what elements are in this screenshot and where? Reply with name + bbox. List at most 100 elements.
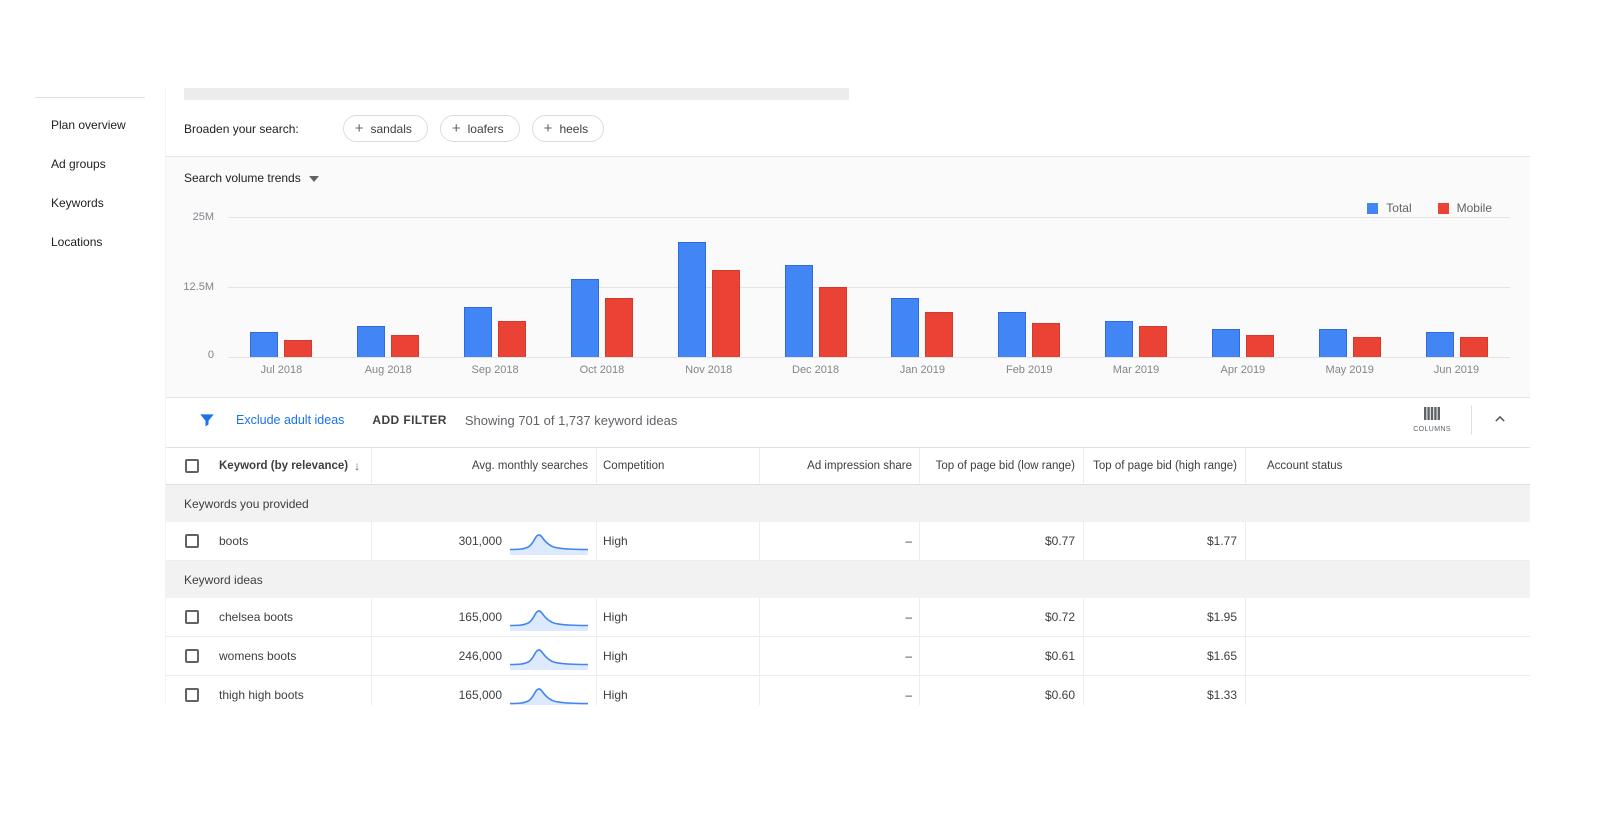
y-axis-label: 0 [207,349,214,361]
column-header-label: Account status [1267,460,1343,472]
bar-mobile-mar-2019 [1139,326,1168,357]
ad-impression-share-cell: – [759,676,919,705]
broaden-chip-sandals[interactable]: + sandals [342,115,428,142]
plus-icon: + [451,120,461,137]
add-filter-button[interactable]: ADD FILTER [372,413,446,427]
ad-impression-share-cell: – [759,598,919,636]
bar-total-oct-2018 [570,279,599,357]
column-header-label: Top of page bid (low range) [935,460,1075,472]
competition-cell-value: High [603,688,628,702]
broaden-chip-loafers[interactable]: + loafers [439,115,520,142]
top-of-page-bid-low-cell-value: $0.72 [1044,610,1075,624]
column-header-bidhigh[interactable]: Top of page bid (high range) [1083,448,1245,484]
search-volume-trends-dropdown[interactable]: Search volume trends [184,171,319,185]
x-axis-label: Feb 2019 [1005,364,1053,376]
column-header-comp[interactable]: Competition [596,448,759,484]
top-of-page-bid-high-cell: $1.65 [1083,637,1245,675]
table-row: boots 301,000 High – $0.77 $1.77 [166,522,1530,561]
column-header-adshare[interactable]: Ad impression share [759,448,919,484]
row-checkbox[interactable] [185,534,199,548]
sidebar-item-keywords[interactable]: Keywords [35,184,147,223]
bar-pair [335,217,442,357]
sparkline-chart [510,527,588,555]
competition-cell: High [596,676,759,705]
broaden-search-row: Broaden your search: + sandals + loafers + he… [166,100,1530,156]
column-header-avg[interactable]: Avg. monthly searches [371,448,596,484]
select-all-checkbox[interactable] [185,459,199,473]
keyword-cell-value: thigh high boots [219,688,304,702]
ad-impression-share-cell-value: – [905,610,912,624]
sidebar-item-locations[interactable]: Locations [35,223,147,262]
collapse-panel-button[interactable] [1486,405,1514,436]
top-of-page-bid-high-cell-value: $1.33 [1206,688,1237,702]
bar-group: Jun 2019 [1403,217,1510,379]
row-select-cell [166,522,206,560]
top-of-page-bid-high-cell: $1.33 [1083,676,1245,705]
bar-total-apr-2019 [1211,329,1240,357]
chip-label: sandals [370,121,412,136]
top-of-page-bid-low-cell-value: $0.60 [1044,688,1075,702]
bar-group: Jul 2018 [228,217,335,379]
sidebar-item-ad-groups[interactable]: Ad groups [35,145,147,184]
bar-total-jun-2019 [1425,332,1454,357]
avg-monthly-searches-value: 165,000 [458,610,502,624]
bar-group: Sep 2018 [442,217,549,379]
sidebar-item-plan-overview[interactable]: Plan overview [35,106,147,145]
x-axis-label: Jan 2019 [899,364,946,376]
bar-total-jan-2019 [891,298,920,357]
account-status-cell [1245,676,1530,705]
legend-label: Total [1386,201,1412,215]
bar-group: Dec 2018 [762,217,869,379]
chart-plot: Jul 2018 Aug 2018 Sep 2018 Oct 2018 Nov 2018… [228,217,1510,379]
table-header-row: Keyword (by relevance) ↓ Avg. monthly sear… [166,447,1530,485]
top-of-page-bid-low-cell: $0.72 [919,598,1083,636]
chart-y-axis: 25M 12.5M 0 [166,211,228,361]
account-status-cell [1245,637,1530,675]
bar-total-mar-2019 [1105,321,1134,357]
legend-swatch-total [1367,202,1379,214]
avg-monthly-searches-value: 246,000 [458,649,502,663]
chevron-down-icon [308,171,319,185]
column-header-status[interactable]: Account status [1245,448,1530,484]
avg-monthly-searches-cell: 301,000 [371,522,596,560]
bar-group: Feb 2019 [976,217,1083,379]
bar-group: Aug 2018 [335,217,442,379]
bar-pair [228,217,335,357]
broaden-chip-heels[interactable]: + heels [531,115,605,142]
bar-mobile-apr-2019 [1245,335,1274,357]
ad-impression-share-cell-value: – [905,649,912,663]
row-checkbox[interactable] [185,610,199,624]
exclude-adult-ideas-link[interactable]: Exclude adult ideas [236,413,344,427]
row-checkbox[interactable] [185,688,199,702]
bar-pair [1403,217,1510,357]
chart-legend: Total Mobile [1367,201,1492,215]
chart-area: 25M 12.5M 0 Jul 2018 Aug 2018 Sep 2018 Oct 20… [166,211,1530,379]
columns-button[interactable]: COLUMNS [1409,405,1455,435]
columns-icon [1424,407,1441,423]
x-axis-label: May 2019 [1325,364,1374,376]
row-checkbox[interactable] [185,649,199,663]
bar-total-feb-2019 [998,312,1027,357]
table-controls: COLUMNS [1409,405,1514,436]
competition-cell: High [596,598,759,636]
bar-mobile-may-2019 [1352,337,1381,357]
avg-monthly-searches-value: 301,000 [458,534,502,548]
column-header-bidlow[interactable]: Top of page bid (low range) [919,448,1083,484]
sparkline-chart [510,642,588,670]
keyword-cell: womens boots [206,637,371,675]
keyword-cell-value: chelsea boots [219,610,294,624]
top-of-page-bid-high-cell-value: $1.65 [1206,649,1237,663]
y-axis-label: 25M [192,211,214,223]
column-header-label: Ad impression share [807,460,912,472]
bar-total-dec-2018 [784,265,813,357]
column-header-keyword[interactable]: Keyword (by relevance) ↓ [206,448,371,484]
table-row: womens boots 246,000 High – $0.61 $1.65 [166,637,1530,676]
competition-cell-value: High [603,610,628,624]
x-axis-label: Sep 2018 [471,364,519,376]
keyword-cell: thigh high boots [206,676,371,705]
bar-groups: Jul 2018 Aug 2018 Sep 2018 Oct 2018 Nov 2018… [228,217,1510,379]
trends-title: Search volume trends [184,171,301,185]
column-header-label: Competition [603,460,665,472]
avg-monthly-searches-cell: 165,000 [371,598,596,636]
top-of-page-bid-high-cell-value: $1.95 [1206,610,1237,624]
